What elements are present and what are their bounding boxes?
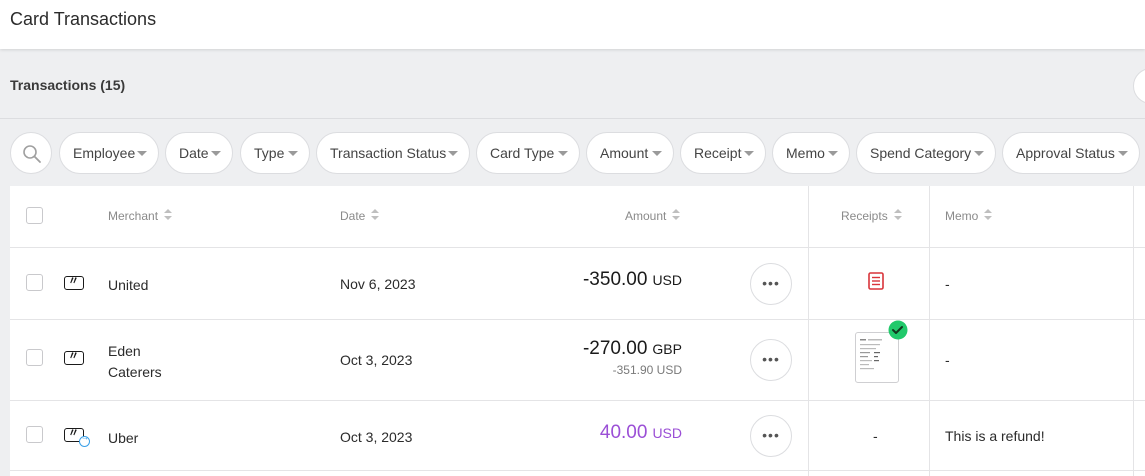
page-title: Card Transactions [10,9,157,29]
merchant-name-line2: Caterers [108,364,162,380]
chevron-down-icon [652,151,662,156]
amount-value: -270.00 GBP [582,338,682,359]
memo-text: This is a refund! [945,428,1045,444]
verified-check-icon [888,320,908,340]
search-icon [23,145,41,163]
more-icon: ••• [762,427,780,443]
filter-bar: Employee Date Type Transaction Status Ca… [0,132,1145,174]
more-icon: ••• [762,351,780,367]
filter-receipt[interactable]: Receipt [680,132,766,174]
converted-amount: -351.90 USD [612,363,682,377]
receipt-empty: - [873,428,878,444]
filter-type[interactable]: Type [240,132,310,174]
amount-cell: 40.00 USD [510,422,682,448]
more-options-button[interactable]: ••• [750,415,792,457]
merchant-name-line1: Eden [108,343,141,359]
chevron-down-icon [744,151,754,156]
top-bar: Card Transactions [0,0,1145,49]
chevron-down-icon [558,151,568,156]
row-checkbox[interactable] [26,274,43,291]
amount-value: -350.00 USD [582,269,682,290]
filter-memo[interactable]: Memo [772,132,850,174]
more-icon: ••• [762,275,780,291]
chevron-down-icon [211,151,221,156]
transactions-table: Merchant Date Amount Receipts Memo Unite… [10,186,1145,476]
chevron-down-icon [137,151,147,156]
search-button[interactable] [10,132,52,174]
memo-text: - [945,276,950,292]
amount-value: 40.00 USD [599,422,682,443]
sort-icon [371,209,380,221]
filter-approval-status[interactable]: Approval Status [1002,132,1140,174]
filter-card-type[interactable]: Card Type [476,132,580,174]
refund-badge-icon [79,433,90,447]
more-options-button[interactable]: ••• [750,263,792,305]
receipt-image-icon [860,339,882,370]
filter-date[interactable]: Date [165,132,233,174]
chevron-down-icon [1118,151,1128,156]
sort-icon [984,209,993,221]
amount-cell: -350.00 USD [510,269,682,295]
sort-icon [893,209,902,221]
transaction-date: Nov 6, 2023 [340,276,416,292]
merchant-name: Uber [108,430,139,446]
action-button[interactable] [1133,68,1145,104]
chevron-down-icon [448,151,458,156]
column-header-memo[interactable]: Memo [945,209,993,223]
row-checkbox[interactable] [26,349,43,366]
chevron-down-icon [974,151,984,156]
filter-amount[interactable]: Amount [586,132,674,174]
transactions-count: Transactions (15) [10,77,126,93]
transaction-date: Oct 3, 2023 [340,429,413,445]
filter-transaction-status[interactable]: Transaction Status [316,132,470,174]
merchant-name: United [108,277,149,293]
missing-receipt-icon[interactable] [868,272,884,290]
chevron-down-icon [828,151,838,156]
column-header-amount[interactable]: Amount [625,209,681,223]
card-icon [64,347,84,365]
filter-spend-category[interactable]: Spend Category [856,132,996,174]
filter-employee[interactable]: Employee [59,132,159,174]
card-icon [64,272,84,290]
column-header-receipts[interactable]: Receipts [841,209,902,223]
transaction-date: Oct 3, 2023 [340,352,413,368]
select-all-checkbox[interactable] [26,207,43,224]
row-checkbox[interactable] [26,426,43,443]
transactions-header: Transactions (15) [0,50,1145,119]
chevron-down-icon [288,151,298,156]
table-row[interactable]: Uber Oct 3, 2023 40.00USD ••• - This is … [10,401,1145,471]
sort-icon [164,209,173,221]
amount-cell: -270.00 GBP [510,338,682,364]
sort-icon [672,209,681,221]
table-header: Merchant Date Amount Receipts Memo [10,186,1145,248]
table-row[interactable]: Eden Caterers Oct 3, 2023 -270.00GBP -35… [10,320,1145,401]
memo-text: - [945,352,950,368]
column-header-merchant[interactable]: Merchant [108,209,173,223]
column-header-date[interactable]: Date [340,209,380,223]
table-row[interactable]: United Nov 6, 2023 -350.00USD ••• - [10,248,1145,320]
more-options-button[interactable]: ••• [750,339,792,381]
